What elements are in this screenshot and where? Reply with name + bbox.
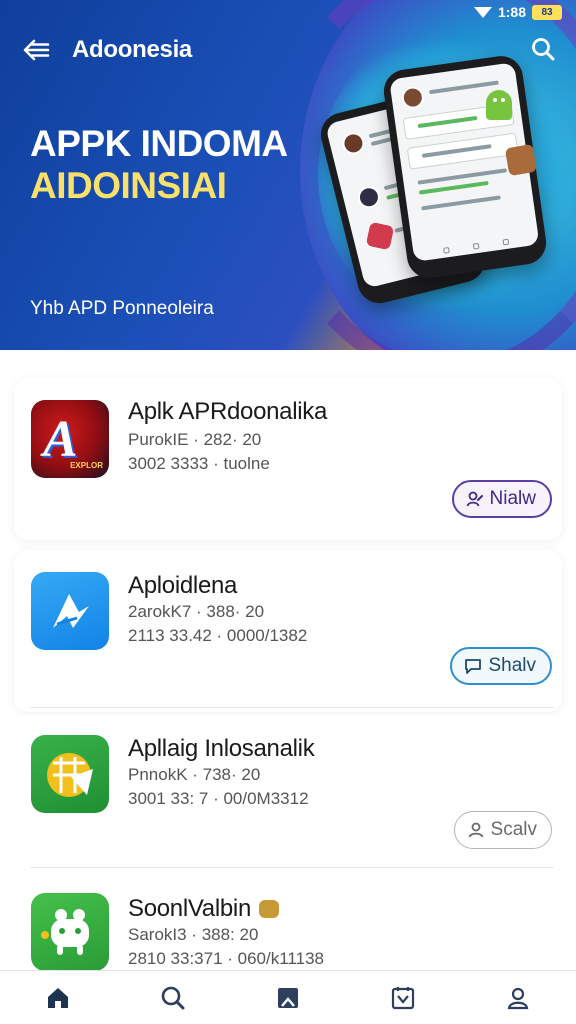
app-meta-size: 2810 33:371 · 060/k11138 [128, 949, 324, 968]
edit-user-icon [466, 491, 483, 507]
search-icon[interactable] [530, 36, 556, 62]
app-name: SoonlValbin [128, 895, 280, 923]
hero-headline: APPK INDOMA [30, 123, 288, 164]
divider [30, 707, 554, 708]
nav-home[interactable] [38, 978, 78, 1018]
package-icon [504, 143, 538, 177]
install-button-label: Nialw [489, 488, 536, 509]
app-meta-version: PnnokK · 738· 20 [128, 765, 261, 784]
install-button[interactable]: Nialw [451, 480, 552, 518]
page-title: Adoonesia [72, 36, 192, 63]
share-button[interactable]: Shalv [450, 647, 552, 685]
nav-search[interactable] [153, 978, 193, 1018]
calendar-icon [392, 986, 415, 1009]
hero-subtitle: Yhb APD Ponneoleira [30, 298, 214, 319]
nav-profile[interactable] [498, 978, 538, 1018]
app-meta-size: 2113 33.42 · 0000/1382 [128, 626, 308, 645]
scan-button-label: Scalv [490, 819, 537, 840]
wifi-icon [473, 6, 492, 18]
blue-pen-logo-icon [31, 572, 109, 650]
share-button-label: Shalv [488, 655, 536, 676]
status-time: 1:88 [497, 4, 526, 20]
app-name: Apllaig Inlosanalik [128, 735, 315, 762]
gift-icon [365, 221, 395, 251]
app-meta-version: SarokI3 · 388: 20 [128, 925, 259, 944]
hero-banner: 1:88 83 Adoonesia APPK INDOMA AIDOINSIAI… [0, 0, 576, 350]
home-icon [47, 987, 68, 1008]
app-name: Aploidlena [128, 572, 238, 599]
nav-saved[interactable] [268, 978, 308, 1018]
app-meta-version: 2arokK7 · 388· 20 [128, 602, 265, 621]
scan-button[interactable]: Scalv [453, 811, 552, 849]
divider [30, 867, 554, 868]
app-name-text: SoonlValbin [128, 895, 252, 922]
bookmark-icon [277, 987, 298, 1008]
bottom-nav [0, 970, 576, 1024]
hero-headline-accent: AIDOINSIAI [30, 165, 227, 206]
android-icon [486, 90, 512, 120]
bear-emoji-icon [259, 900, 280, 918]
chat-icon [465, 659, 482, 674]
top-bar: Adoonesia [0, 30, 576, 70]
status-bar: 1:88 83 [473, 4, 562, 20]
battery-icon: 83 [532, 4, 562, 20]
list-item[interactable]: Apllaig Inlosanalik PnnokK · 738· 20 300… [14, 715, 562, 877]
arrow-left-icon[interactable] [22, 38, 50, 62]
app-name: Aplk APRdoonalika [128, 398, 328, 425]
app-meta-size: 3002 3333 · tuolne [128, 454, 270, 473]
app-meta-size: 3001 33: 7 · 00/0M3312 [128, 789, 309, 808]
app-meta-version: PurokIE · 282· 20 [128, 430, 262, 449]
list-item[interactable]: Aploidlena 2arokK7 · 388· 20 2113 33.42 … [14, 550, 562, 712]
user-icon [468, 822, 483, 838]
nav-updates[interactable] [383, 978, 423, 1018]
list-item[interactable]: A EXPLOR Aplk APRdoonalika PurokIE · 282… [14, 378, 562, 540]
search-icon [161, 986, 185, 1009]
green-map-logo-icon [31, 735, 109, 813]
profile-icon [508, 987, 529, 1009]
red-a-logo-icon: A EXPLOR [31, 400, 109, 478]
green-bear-logo-icon [31, 893, 109, 971]
